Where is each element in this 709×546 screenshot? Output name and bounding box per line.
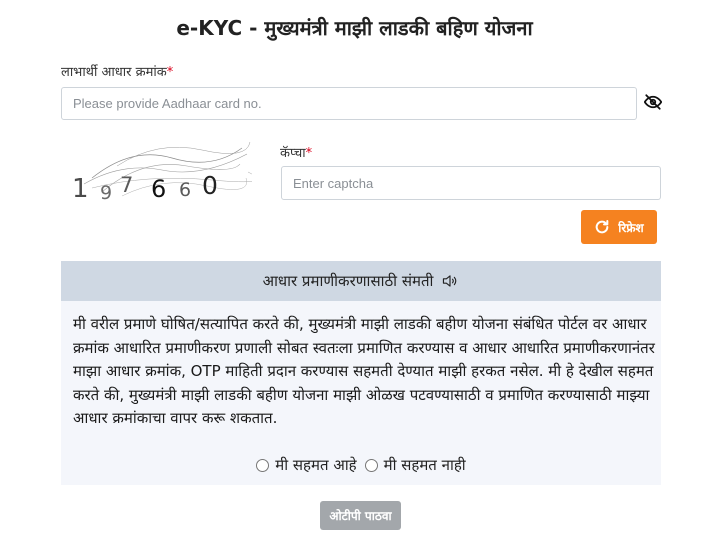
captcha-label: कॅप्चा* — [280, 143, 312, 161]
send-otp-button[interactable]: ओटीपी पाठवा — [320, 501, 401, 530]
required-mark: * — [305, 146, 313, 161]
captcha-digit: 9 — [100, 182, 112, 204]
captcha-digit: 7 — [120, 173, 133, 197]
refresh-label: रिफ्रेश — [618, 220, 644, 235]
disagree-label: मी सहमत नाही — [383, 456, 466, 474]
captcha-digit: 1 — [72, 174, 89, 204]
eye-slash-icon[interactable] — [643, 93, 663, 111]
speaker-icon[interactable] — [441, 273, 459, 289]
consent-header: आधार प्रमाणीकरणासाठी संमती — [61, 261, 661, 301]
aadhaar-input[interactable] — [61, 87, 637, 120]
agree-label: मी सहमत आहे — [275, 456, 357, 474]
aadhaar-label: लाभार्थी आधार क्रमांक* — [61, 62, 173, 80]
refresh-button[interactable]: रिफ्रेश — [581, 210, 657, 244]
captcha-digit: 6 — [151, 175, 166, 203]
captcha-image: 1 9 7 6 6 0 — [62, 136, 258, 204]
refresh-icon — [594, 219, 610, 235]
consent-header-text: आधार प्रमाणीकरणासाठी संमती — [262, 272, 434, 290]
agree-radio[interactable] — [256, 458, 270, 472]
captcha-digit: 6 — [179, 179, 191, 201]
consent-options: मी सहमत आहे मी सहमत नाही — [61, 455, 661, 475]
captcha-label-text: कॅप्चा — [280, 146, 306, 161]
consent-text: मी वरील प्रमाणे घोषित/सत्यापित करते की, … — [73, 315, 655, 427]
disagree-option[interactable]: मी सहमत नाही — [364, 455, 466, 475]
required-mark: * — [166, 65, 174, 80]
consent-body: मी वरील प्रमाणे घोषित/सत्यापित करते की, … — [61, 301, 661, 485]
agree-option[interactable]: मी सहमत आहे — [256, 455, 357, 475]
page-title: e-KYC - मुख्यमंत्री माझी लाडकी बहिण योजन… — [176, 16, 533, 40]
captcha-digit: 0 — [202, 171, 218, 200]
disagree-radio[interactable] — [364, 458, 378, 472]
aadhaar-label-text: लाभार्थी आधार क्रमांक — [61, 65, 167, 80]
captcha-input[interactable] — [281, 166, 661, 200]
